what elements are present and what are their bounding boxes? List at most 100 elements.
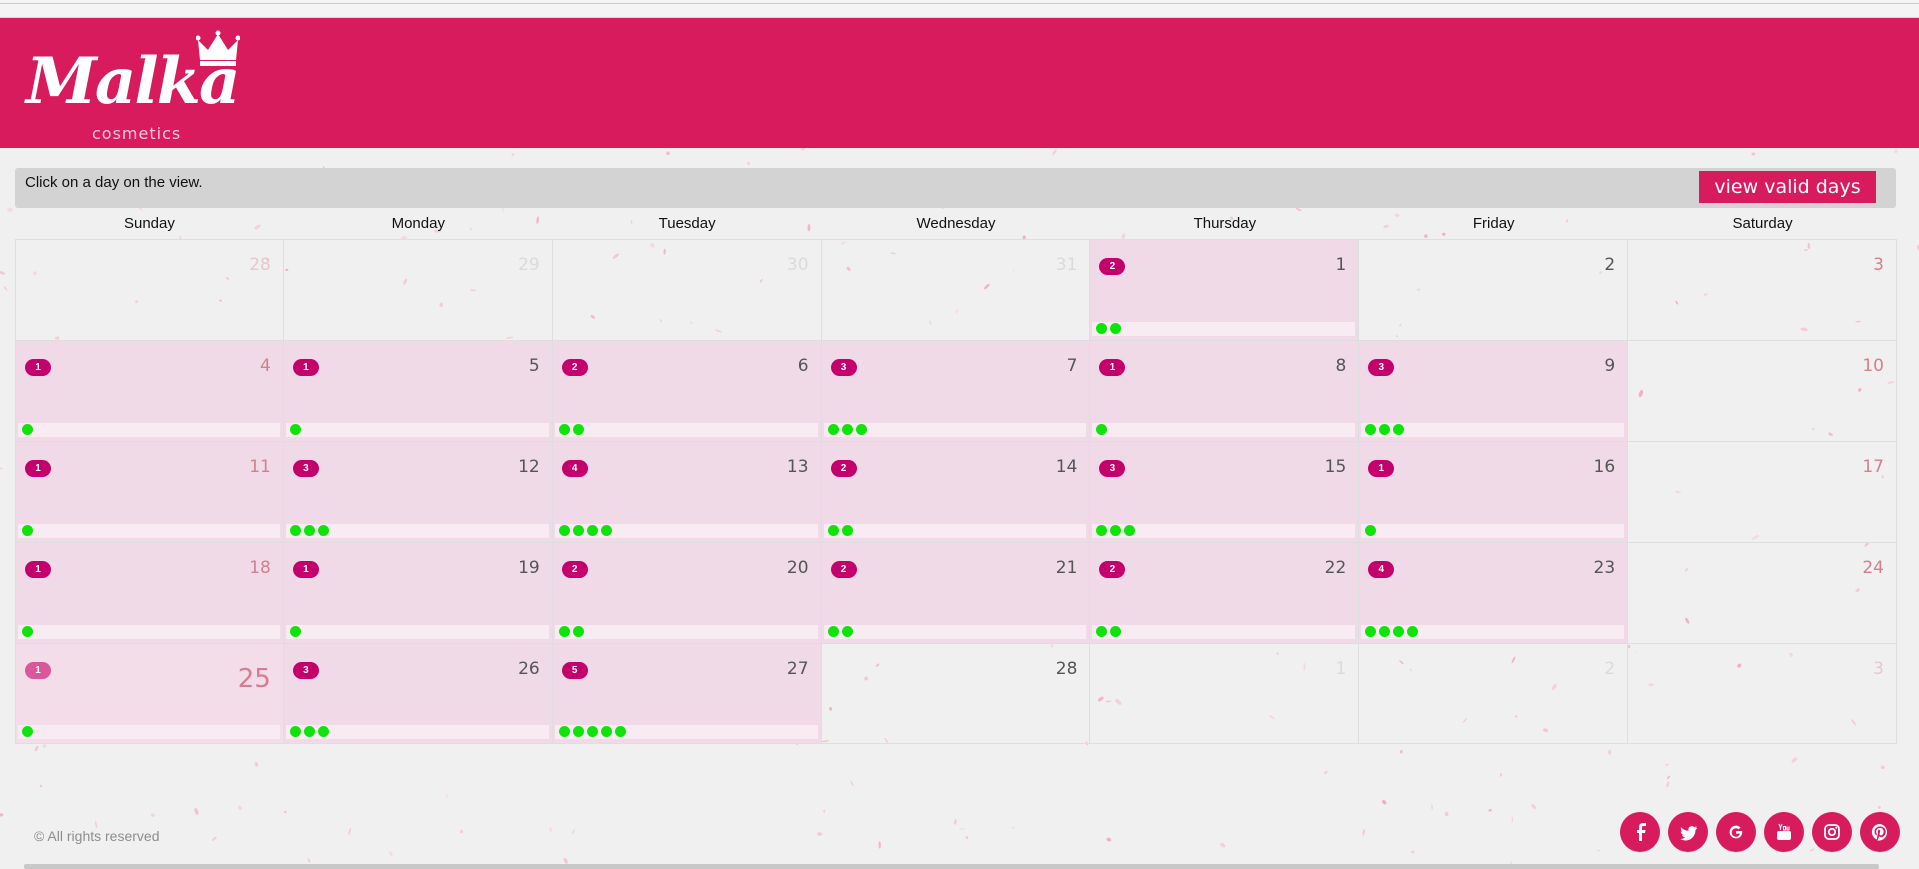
calendar-day-cell[interactable]: 26 3 — [283, 644, 553, 743]
calendar-day-cell[interactable]: 22 2 — [1090, 543, 1360, 643]
availability-bar — [1092, 322, 1356, 336]
calendar-day-cell[interactable]: 11 1 — [15, 442, 284, 542]
calendar-day-cell[interactable]: 12 3 — [283, 442, 553, 542]
availability-dots — [827, 626, 853, 637]
calendar-day-cell[interactable]: 93 — [1359, 341, 1629, 441]
calendar-day-cell[interactable]: 31 — [822, 240, 1091, 340]
calendar-day-cell[interactable]: 28 — [822, 644, 1091, 743]
calendar-day-cell[interactable]: 51 — [283, 341, 553, 441]
available-slot-dot — [1110, 525, 1122, 536]
day-number: 7 — [1066, 356, 1078, 376]
available-slot-dot — [586, 726, 598, 737]
horizontal-scrollbar[interactable] — [24, 864, 1879, 869]
google-link[interactable] — [1716, 812, 1756, 852]
calendar-day-cell[interactable]: 23 4 — [1359, 543, 1629, 643]
day-number: 9 — [1604, 356, 1616, 376]
calendar-day-cell[interactable]: 10 — [1628, 341, 1897, 441]
calendar-day-cell[interactable]: 16 1 — [1359, 442, 1629, 542]
appointment-count-badge: 3 — [1368, 359, 1395, 376]
malka-logo[interactable]: Malka cosmetics — [26, 30, 246, 145]
availability-bar — [285, 625, 549, 639]
day-number: 1 — [1335, 659, 1347, 679]
appointment-count-badge: 1 — [1368, 460, 1395, 477]
appointment-count-badge: 4 — [561, 460, 588, 477]
calendar-day-cell[interactable]: 2 — [1359, 240, 1629, 340]
availability-bar — [18, 625, 280, 639]
day-number: 10 — [1862, 356, 1884, 376]
available-slot-dot — [586, 525, 598, 536]
calendar-day-cell[interactable]: 81 — [1090, 341, 1360, 441]
calendar-day-cell[interactable]: 18 1 — [15, 543, 284, 643]
calendar-day-cell[interactable]: 3 — [1628, 644, 1897, 743]
calendar-day-cell[interactable]: 24 — [1628, 543, 1897, 643]
day-number: 20 — [786, 558, 809, 578]
instagram-link[interactable] — [1812, 812, 1852, 852]
availability-bar — [18, 725, 280, 739]
day-number: 3 — [1873, 255, 1884, 275]
availability-bar — [1092, 625, 1356, 639]
calendar-day-cell[interactable]: 28 — [15, 240, 284, 340]
available-slot-dot — [1379, 424, 1391, 435]
appointment-count-badge: 1 — [292, 359, 319, 376]
availability-bar — [285, 423, 549, 437]
pinterest-icon — [1871, 823, 1888, 841]
twitter-link[interactable] — [1668, 812, 1708, 852]
day-number: 4 — [260, 356, 271, 376]
day-number: 22 — [1324, 558, 1347, 578]
available-slot-dot — [1110, 626, 1122, 637]
youtube-link[interactable] — [1764, 812, 1804, 852]
day-number: 2 — [1604, 255, 1616, 275]
available-slot-dot — [317, 726, 329, 737]
calendar-day-cell[interactable]: 14 2 — [821, 442, 1091, 542]
day-number: 3 — [1873, 659, 1884, 679]
calendar-day-cell[interactable]: 19 1 — [283, 543, 553, 643]
available-slot-dot — [289, 626, 301, 637]
calendar-day-cell[interactable]: 62 — [552, 341, 822, 441]
available-slot-dot — [827, 525, 839, 536]
calendar-day-cell[interactable]: 25 1 — [15, 644, 284, 743]
available-slot-dot — [317, 525, 329, 536]
calendar-day-cell[interactable]: 30 — [553, 240, 822, 340]
available-slot-dot — [1365, 424, 1377, 435]
calendar-day-cell[interactable]: 17 — [1628, 442, 1897, 542]
facebook-icon — [1637, 823, 1646, 841]
facebook-link[interactable] — [1620, 812, 1660, 852]
calendar-day-cell[interactable]: 3 — [1628, 240, 1897, 340]
calendar-day-cell[interactable]: 21 2 — [821, 543, 1091, 643]
appointment-count-badge: 2 — [830, 460, 857, 477]
calendar-day-cell[interactable]: 73 — [821, 341, 1091, 441]
view-valid-days-button[interactable]: view valid days — [1699, 171, 1876, 203]
appointment-count-badge: 1 — [1099, 359, 1126, 376]
availability-dots — [558, 525, 612, 536]
day-number: 23 — [1593, 558, 1616, 578]
calendar-day-cell[interactable]: 29 — [284, 240, 553, 340]
pinterest-link[interactable] — [1860, 812, 1900, 852]
instruction-bar: Click on a day on the view. view valid d… — [15, 168, 1896, 208]
weekday-header-wednesday: Wednesday — [916, 215, 996, 232]
weekday-header-friday: Friday — [1472, 215, 1515, 232]
calendar-day-cell[interactable]: 41 — [15, 341, 284, 441]
appointment-count-badge: 2 — [561, 359, 588, 376]
calendar-day-cell[interactable]: 12 — [1090, 240, 1360, 340]
available-slot-dot — [1365, 626, 1377, 637]
appointment-count-badge: 3 — [830, 359, 857, 376]
available-slot-dot — [600, 726, 612, 737]
availability-bar — [18, 524, 280, 538]
calendar-day-cell[interactable]: 20 2 — [552, 543, 822, 643]
available-slot-dot — [289, 424, 301, 435]
available-slot-dot — [827, 626, 839, 637]
calendar-day-cell[interactable]: 13 4 — [552, 442, 822, 542]
day-number: 12 — [518, 457, 540, 477]
calendar-day-cell[interactable]: 27 5 — [552, 644, 822, 743]
calendar-week-row: 11 1 12 3 13 4 14 2 15 3 16 1 17 — [15, 441, 1897, 542]
availability-dots — [558, 424, 584, 435]
day-number: 6 — [797, 356, 809, 376]
calendar-day-cell[interactable]: 2 — [1359, 644, 1629, 743]
calendar-day-cell[interactable]: 1 — [1090, 644, 1360, 743]
appointment-count-badge: 4 — [1368, 561, 1395, 578]
calendar-day-cell[interactable]: 15 3 — [1090, 442, 1360, 542]
calendar-grid: 28 29 30 31 1 2 2 3 4 1 5 1 6 2 7 3 8 1 9 3 10 11 1 12 3 13 4 14 2 15… — [15, 239, 1897, 744]
appointment-count-badge: 1 — [25, 359, 51, 376]
weekday-header-tuesday: Tuesday — [658, 215, 716, 232]
day-number: 30 — [786, 255, 809, 275]
